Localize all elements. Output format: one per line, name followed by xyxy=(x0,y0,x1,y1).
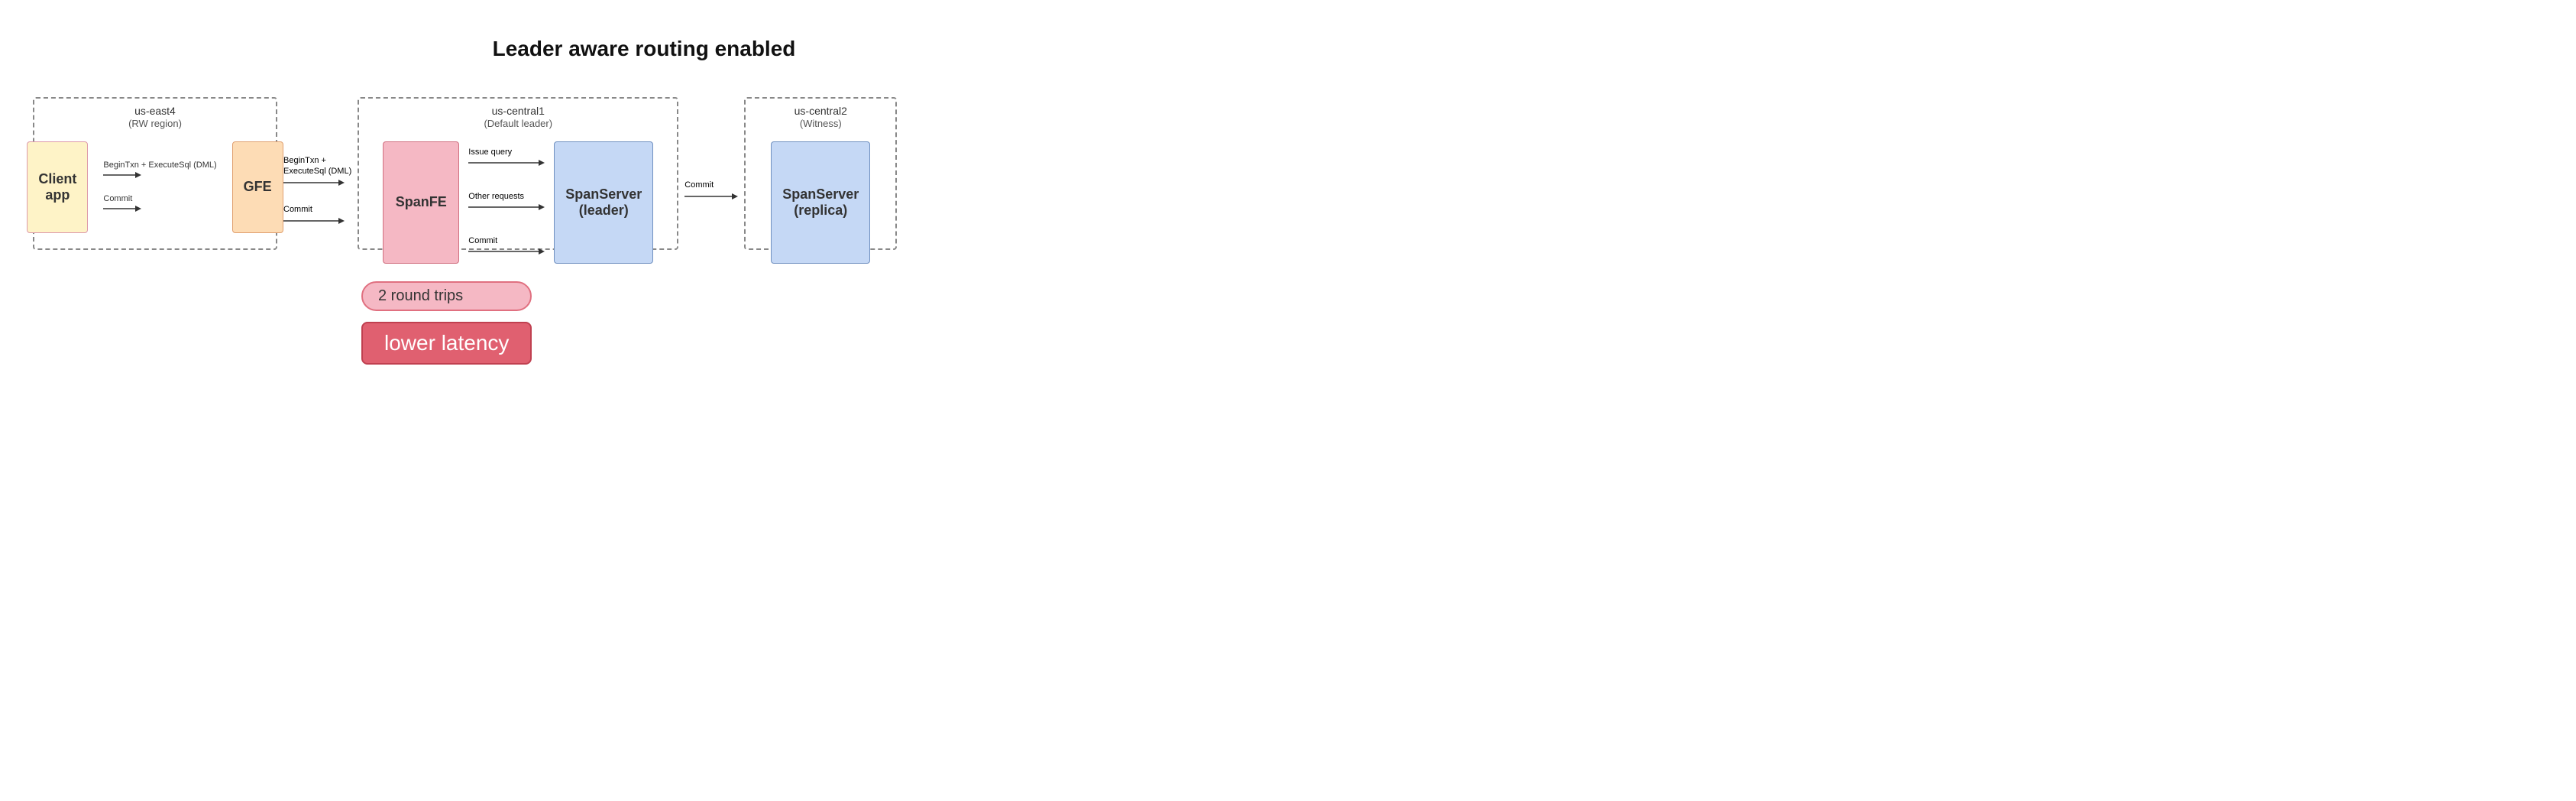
client-app-box: Clientapp xyxy=(27,141,88,233)
client-gfe-arrow-bottom: Commit xyxy=(103,194,141,214)
arrow-spanfe-server-top-icon xyxy=(468,157,545,168)
diagram-area: us-east4 (RW region) Clientapp BeginTxn … xyxy=(33,79,1255,365)
lower-latency-badge: lower latency xyxy=(361,322,532,365)
arrow-client-gfe-bottom-icon xyxy=(103,203,141,214)
regions-row: us-east4 (RW region) Clientapp BeginTxn … xyxy=(33,79,1255,268)
region-central1-label: us-central1 (Default leader) xyxy=(484,105,552,129)
arrow-spanfe-server-mid-icon xyxy=(468,202,545,212)
arrow-spanfe-server-bottom-icon xyxy=(468,246,545,257)
spanfe-box: SpanFE xyxy=(383,141,459,264)
arrow-server-replica-icon xyxy=(684,191,738,202)
region-east4-label: us-east4 (RW region) xyxy=(128,105,182,129)
arrow-gfe-spanfe-top-icon xyxy=(283,177,345,188)
page-title: Leader aware routing enabled xyxy=(33,37,1255,61)
round-trips-badge: 2 round trips xyxy=(361,281,532,311)
server-replica-arrow: Commit xyxy=(678,115,744,268)
arrow-gfe-spanfe-bottom-icon xyxy=(283,216,345,226)
gfe-box: GFE xyxy=(232,141,283,233)
spanserver-leader-box: SpanServer(leader) xyxy=(554,141,653,264)
badges-area: 2 round trips lower latency xyxy=(361,281,532,365)
region-central2-label: us-central2 (Witness) xyxy=(794,105,847,129)
client-gfe-arrow-top: BeginTxn + ExecuteSql (DML) xyxy=(103,161,216,180)
gfe-to-spanfe-arrows: BeginTxn + ExecuteSql (DML) Commit xyxy=(277,156,358,226)
spanfe-server-arrows: Issue query Other requests xyxy=(465,141,548,264)
region-central1: us-central1 (Default leader) SpanFE Issu… xyxy=(358,97,678,250)
spanserver-replica-box: SpanServer(replica) xyxy=(771,141,870,264)
region-east4: us-east4 (RW region) Clientapp BeginTxn … xyxy=(33,97,277,250)
region-central2: us-central2 (Witness) SpanServer(replica… xyxy=(744,97,897,250)
page-container: Leader aware routing enabled us-east4 (R… xyxy=(33,37,1255,365)
arrow-client-gfe-top-icon xyxy=(103,170,141,180)
